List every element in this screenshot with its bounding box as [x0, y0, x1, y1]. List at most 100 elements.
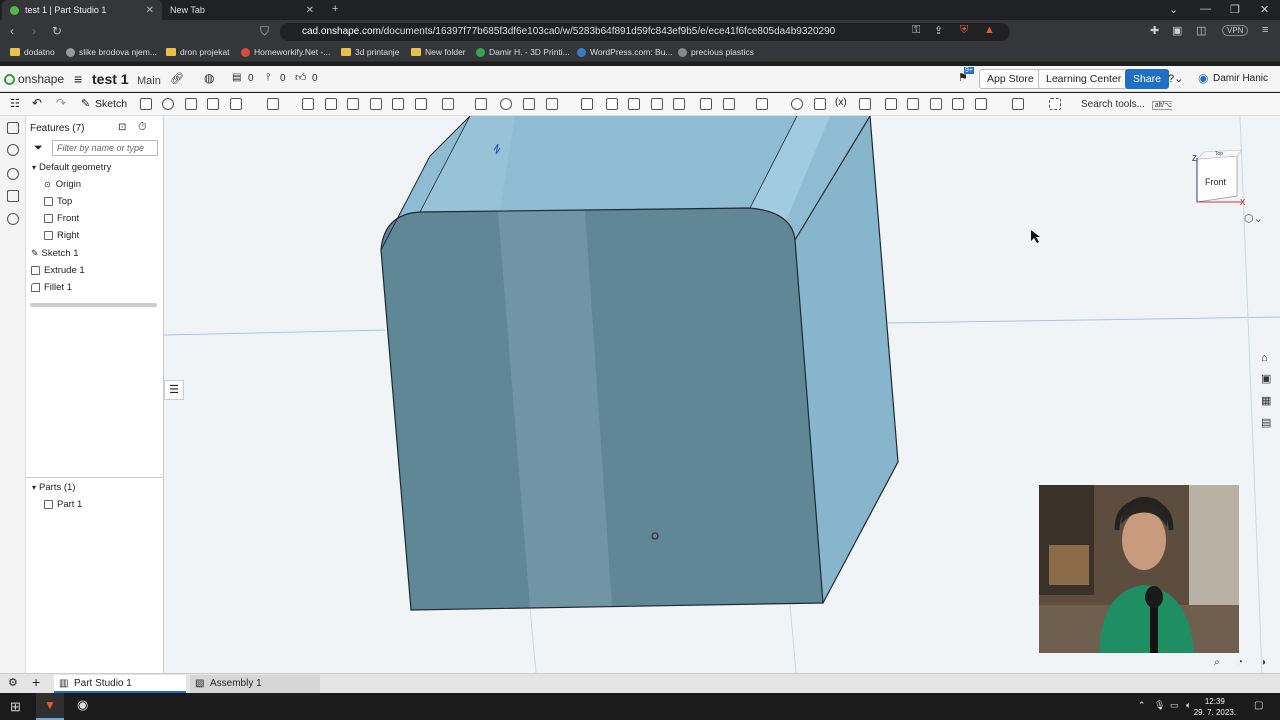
- notification-center-icon[interactable]: ▢: [1254, 700, 1263, 711]
- add-tab-icon[interactable]: +: [32, 674, 40, 690]
- redo-icon[interactable]: ↷: [56, 96, 66, 110]
- comments-icon[interactable]: [7, 168, 19, 180]
- globe-icon[interactable]: ◍: [204, 71, 214, 85]
- view-mode-icon[interactable]: ◔: [1237, 657, 1243, 668]
- tree-extrude-1[interactable]: Extrude 1: [31, 265, 85, 276]
- brave-shield-icon[interactable]: ⛨: [960, 24, 968, 37]
- sketch-button[interactable]: Sketch: [95, 98, 127, 110]
- taskbar-brave-app[interactable]: ▼: [36, 693, 64, 720]
- hamburger-menu-icon[interactable]: ≡: [74, 71, 82, 87]
- view-tool-icon[interactable]: ▣: [1261, 372, 1271, 385]
- sidebar-icon[interactable]: ▣: [1172, 24, 1182, 37]
- onshape-logo[interactable]: onshape: [4, 72, 64, 86]
- variable-icon[interactable]: [814, 98, 826, 110]
- bookmark-item[interactable]: 3d printanje: [341, 47, 399, 57]
- loft-icon[interactable]: [207, 98, 219, 110]
- extrude-icon[interactable]: [140, 98, 152, 110]
- wallet-icon[interactable]: ◫: [1196, 24, 1206, 37]
- share-button[interactable]: Share: [1125, 69, 1170, 89]
- shell-icon[interactable]: [370, 98, 382, 110]
- replace-face-icon[interactable]: [651, 98, 663, 110]
- filter-input[interactable]: Filter by name or type: [52, 140, 158, 156]
- tree-plane-top[interactable]: Top: [44, 196, 72, 207]
- sweep-icon[interactable]: [185, 98, 197, 110]
- hole-icon[interactable]: [392, 98, 404, 110]
- surface-icon[interactable]: [952, 98, 964, 110]
- filter-icon[interactable]: ⏷: [34, 142, 43, 155]
- view-options-icon[interactable]: ⬡⌄: [1244, 212, 1263, 225]
- move-face-icon[interactable]: [628, 98, 640, 110]
- pattern-icon[interactable]: [442, 98, 454, 110]
- parts-divider[interactable]: [26, 477, 164, 478]
- bookmark-item[interactable]: Damir H. - 3D Printi...: [476, 47, 570, 57]
- delete-part-icon[interactable]: [581, 98, 593, 110]
- search-tools-input[interactable]: Search tools... alt/⌥ c: [1076, 97, 1176, 127]
- bookmark-icon[interactable]: ⛉: [260, 24, 269, 39]
- tree-fillet-1[interactable]: Fillet 1: [31, 282, 72, 293]
- share-page-icon[interactable]: ⇪: [934, 24, 943, 37]
- tray-chevron-icon[interactable]: ⌃: [1138, 700, 1146, 711]
- add-custom-feature-icon[interactable]: [1049, 98, 1061, 110]
- split-icon[interactable]: [523, 98, 535, 110]
- browser-tab-new[interactable]: New Tab ✕: [162, 0, 322, 20]
- bookmark-item[interactable]: dodatno: [10, 47, 55, 57]
- minimize-icon[interactable]: —: [1200, 3, 1211, 15]
- maximize-icon[interactable]: ❐: [1230, 3, 1240, 16]
- view-tool-icon[interactable]: ▤: [1261, 416, 1271, 429]
- reload-icon[interactable]: ↻: [52, 24, 62, 38]
- history-icon[interactable]: [7, 213, 19, 225]
- sheet-metal-icon[interactable]: [859, 98, 871, 110]
- document-name[interactable]: test 1: [92, 71, 129, 87]
- boolean-icon[interactable]: [500, 98, 512, 110]
- tab-part-studio-1[interactable]: ▥ Part Studio 1: [54, 675, 186, 693]
- view-cube[interactable]: Front Top Z X: [1192, 146, 1247, 207]
- view-tool-icon[interactable]: ▦: [1261, 394, 1271, 407]
- curve-icon[interactable]: [756, 98, 768, 110]
- window-close-icon[interactable]: ✕: [1260, 3, 1269, 16]
- volume-icon[interactable]: 🔈︎: [1186, 700, 1191, 711]
- forward-icon[interactable]: ›: [32, 24, 36, 38]
- revolve-icon[interactable]: [162, 98, 174, 110]
- fillet-icon[interactable]: [267, 98, 279, 110]
- mate-connector-icon[interactable]: [723, 98, 735, 110]
- part-item[interactable]: Part 1: [44, 499, 82, 510]
- chevron-down-icon[interactable]: ▾: [32, 483, 36, 492]
- bookmark-item[interactable]: slike brodova njem...: [66, 47, 157, 57]
- versions-icon[interactable]: ▤: [232, 72, 241, 83]
- offset-surface-icon[interactable]: [673, 98, 685, 110]
- close-tab-icon[interactable]: ✕: [146, 5, 154, 16]
- rib-icon[interactable]: [347, 98, 359, 110]
- app-store-button[interactable]: App Store: [979, 69, 1042, 89]
- document-menu-icon[interactable]: ⚙: [8, 676, 18, 689]
- user-name[interactable]: Damir Hanic: [1213, 73, 1268, 84]
- back-icon[interactable]: ‹: [10, 24, 14, 38]
- tree-origin[interactable]: ⊙ Origin: [44, 179, 81, 190]
- taskbar-obs-app[interactable]: ◉: [70, 693, 98, 720]
- helix-icon[interactable]: [791, 98, 803, 110]
- feature-list-scrollbar[interactable]: [30, 303, 157, 307]
- windows-start-icon[interactable]: ⊞: [10, 699, 21, 715]
- learning-center-button[interactable]: Learning Center: [1038, 69, 1130, 89]
- view-cube-face-label[interactable]: Front: [1205, 177, 1226, 187]
- feature-tree-icon[interactable]: [7, 122, 19, 134]
- add-folder-icon[interactable]: ⊡: [118, 122, 126, 133]
- draft-icon[interactable]: [325, 98, 337, 110]
- user-avatar-icon[interactable]: ◉: [1198, 71, 1208, 85]
- mate-icon[interactable]: [7, 144, 19, 156]
- parts-header[interactable]: ▾ Parts (1): [32, 482, 75, 493]
- browser-tab-active[interactable]: test 1 | Part Studio 1 ✕: [2, 0, 162, 20]
- feature-list-icon[interactable]: ☷: [10, 97, 20, 110]
- expand-list-icon[interactable]: ☰: [164, 380, 184, 400]
- key-icon[interactable]: ⚿: [912, 24, 920, 37]
- branch-icon[interactable]: ⫯: [266, 72, 270, 83]
- tab-assembly-1[interactable]: ▧ Assembly 1: [190, 675, 320, 693]
- plane-icon[interactable]: [700, 98, 712, 110]
- fill-icon[interactable]: [975, 98, 987, 110]
- network-icon[interactable]: ▭: [1170, 700, 1179, 711]
- frame-icon[interactable]: [885, 98, 897, 110]
- brave-rewards-icon[interactable]: ▲: [984, 24, 995, 36]
- gusset-icon[interactable]: [930, 98, 942, 110]
- url-field[interactable]: cad.onshape.com/documents/16397f77b685f3…: [280, 23, 1010, 41]
- close-tab-icon[interactable]: ✕: [306, 5, 314, 16]
- undo-icon[interactable]: ↶: [32, 96, 42, 110]
